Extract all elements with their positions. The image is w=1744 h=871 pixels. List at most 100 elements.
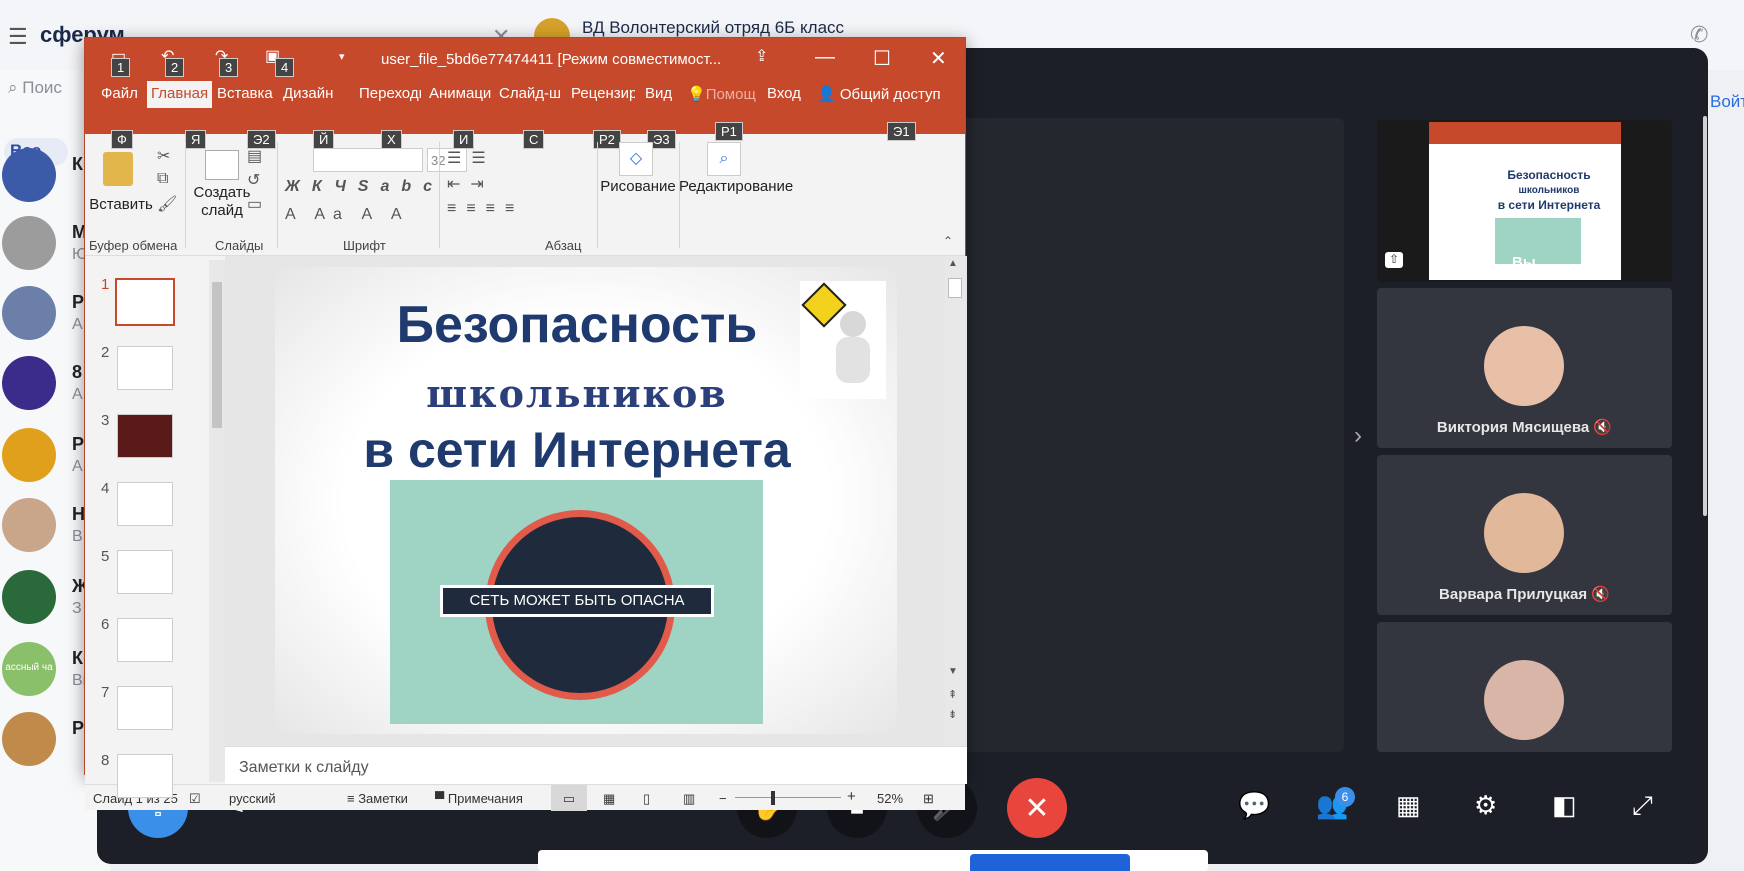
list-icons[interactable]: ☰☰ [447,148,496,168]
notes-pane[interactable]: Заметки к слайду [225,746,967,784]
share-button[interactable]: 👤 Общий доступ [817,85,941,103]
thumbnails-scroll-thumb[interactable] [212,282,222,428]
sorter-view-icon[interactable]: ▦ [603,791,615,807]
tab-insert[interactable]: Вставка [217,85,273,102]
menu-icon[interactable]: ☰ [8,24,28,50]
current-slide[interactable]: Безопасность школьников в сети Интернета… [275,267,897,734]
grid-icon[interactable]: ▦ [1396,790,1421,821]
zoom-out-icon[interactable]: − [719,791,727,806]
slide-thumbnail[interactable] [117,618,173,662]
spellcheck-icon[interactable]: ☑ [189,791,201,807]
chat-icon[interactable]: 💬 [1238,790,1270,821]
contact-avatar[interactable] [2,286,56,340]
tab-home[interactable]: Главная [147,81,213,108]
zoom-level[interactable]: 52% [877,791,903,806]
maximize-icon[interactable]: ☐ [873,46,891,71]
contact-name[interactable]: 8 [72,362,82,383]
indent-icons[interactable]: ⇤⇥ [447,174,494,194]
normal-view-icon[interactable]: ▭ [551,785,587,811]
notes-toggle[interactable]: ≡ Заметки [347,791,408,806]
contact-avatar[interactable] [2,428,56,482]
scroll-up-icon[interactable]: ▲ [948,258,958,269]
copy-icon[interactable]: ⧉ [157,170,168,188]
tab-file[interactable]: Файл [101,85,138,102]
contact-name[interactable]: Р [72,292,84,313]
self-tile[interactable]: Безопасность школьников в сети Интернета… [1377,120,1672,282]
reading-view-icon[interactable]: ▯ [643,791,650,807]
customize-icon[interactable]: ▾ [339,50,345,63]
bold-italic-underline-icons[interactable]: ЖКЧSabc [285,178,444,196]
sign-in-link[interactable]: Вход [767,85,801,102]
ribbon-separator [597,142,598,248]
tiles-scrollbar[interactable] [1703,116,1707,516]
font-name-input[interactable] [313,148,423,172]
align-icons[interactable]: ≡≡≡≡ [447,200,524,218]
zoom-in-icon[interactable]: + [847,788,856,805]
slide-thumbnail[interactable] [117,482,173,526]
login-link[interactable]: Войт [1710,92,1744,112]
tab-design[interactable]: Дизайн [283,85,333,102]
slide-thumbnail[interactable] [117,754,173,798]
tab-animations[interactable]: Анимаци [429,85,491,102]
participant-tile[interactable]: Варвара Прилуцкая 🔇 [1377,455,1672,615]
reset-icon[interactable]: ↺ [247,170,260,190]
tab-review[interactable]: Рецензир [571,85,635,102]
zoom-slider-track[interactable] [735,797,841,798]
editing-button[interactable]: Редактирование [679,178,793,195]
contact-avatar[interactable]: ассный ча [2,642,56,696]
bottom-action-button[interactable] [970,854,1130,871]
drawing-button[interactable]: Рисование [599,178,677,195]
comments-toggle[interactable]: ▀ Примечания [435,791,523,806]
preview-image [1495,218,1581,264]
participant-tile[interactable] [1377,622,1672,752]
collapse-ribbon-icon[interactable]: ⌃ [943,234,953,248]
fullscreen-icon[interactable]: ⤢ [1632,790,1653,822]
slide-thumbnail[interactable] [117,414,173,458]
chevron-right-icon[interactable]: › [1354,422,1362,450]
contact-name[interactable]: Р [72,434,84,455]
section-icon[interactable]: ▭ [247,194,262,214]
minimize-icon[interactable]: — [815,46,835,69]
participant-tile[interactable]: Виктория Мясищева 🔇 [1377,288,1672,448]
language-indicator[interactable]: русский [229,791,276,806]
new-slide-button[interactable]: Создать слайд [189,184,255,220]
contact-preview: А [72,458,83,475]
tab-view[interactable]: Вид [645,85,672,102]
layout-icon[interactable]: ▤ [247,146,262,166]
layout-icon[interactable]: ◧ [1552,790,1577,821]
slide-thumbnail[interactable] [117,686,173,730]
slide-thumbnail[interactable] [115,278,175,326]
zoom-slider-thumb[interactable] [771,791,776,805]
slide-thumbnail[interactable] [117,550,173,594]
cut-icon[interactable]: ✂ [157,146,170,166]
contact-avatar[interactable] [2,570,56,624]
contact-avatar[interactable] [2,498,56,552]
paste-button[interactable]: Вставить [89,196,153,213]
self-label: Вы [1512,254,1536,271]
contact-avatar[interactable] [2,356,56,410]
contact-avatar[interactable] [2,148,56,202]
ribbon-display-icon[interactable]: ⇪ [755,46,768,66]
settings-icon[interactable]: ⚙ [1474,790,1497,821]
fit-to-window-icon[interactable]: ⊞ [923,791,934,807]
font-color-icons[interactable]: A Aa A A [285,206,410,224]
slide-thumbnail[interactable] [117,346,173,390]
phone-icon[interactable]: ✆ [1690,22,1708,48]
contact-name[interactable]: К [72,154,83,175]
tab-transitions[interactable]: Переходы [359,85,421,102]
slide-scrollbar[interactable]: ▲ ▼ ⇞ ⇟ [945,256,965,746]
close-icon[interactable]: ✕ [930,46,947,71]
tab-help[interactable]: 💡Помощ [687,85,756,103]
tab-slideshow[interactable]: Слайд-ш [499,85,561,102]
contact-avatar[interactable] [2,712,56,766]
previous-slide-icon[interactable]: ⇞ [948,688,957,701]
participant-name: Варвара Прилуцкая 🔇 [1377,585,1672,603]
end-call-button[interactable]: ✕ [1007,778,1067,838]
contact-name[interactable]: К [72,648,83,669]
next-slide-icon[interactable]: ⇟ [948,708,957,721]
contact-avatar[interactable] [2,216,56,270]
scroll-down-icon[interactable]: ▼ [948,666,958,677]
format-painter-icon[interactable]: 🖌 [157,194,177,214]
slide-scroll-thumb[interactable] [948,278,962,298]
slideshow-view-icon[interactable]: ▥ [683,791,695,807]
